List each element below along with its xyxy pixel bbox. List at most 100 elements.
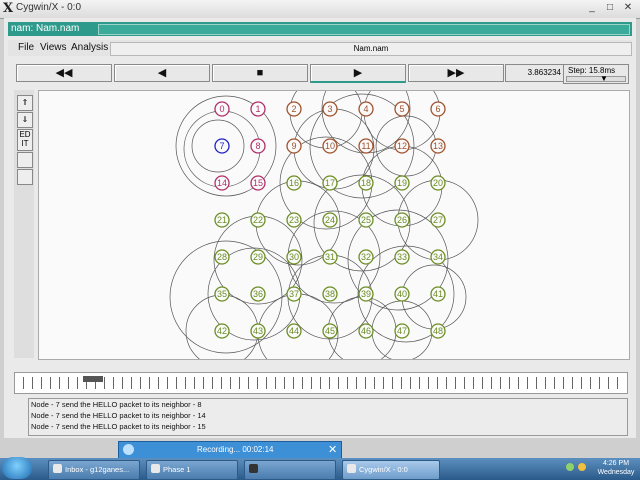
zoom-in-icon[interactable]: ⇑ <box>17 95 33 111</box>
node-35[interactable]: 35 <box>214 286 230 302</box>
zoom-out-icon[interactable]: ⇓ <box>17 112 33 128</box>
node-47[interactable]: 47 <box>394 323 410 339</box>
node-17[interactable]: 17 <box>322 175 338 191</box>
node-label: 46 <box>361 326 371 336</box>
node-label: 45 <box>325 326 335 336</box>
node-43[interactable]: 43 <box>250 323 266 339</box>
recording-icon <box>123 444 134 455</box>
taskbar-item-phase1[interactable]: Phase 1 <box>146 460 238 480</box>
node-11[interactable]: 11 <box>358 138 374 154</box>
volume-tray-icon[interactable] <box>578 463 586 471</box>
close-icon[interactable]: ✕ <box>622 2 634 14</box>
animation-canvas[interactable]: 0 1 2 3 4 5 6 7 8 9 10 11 12 13 14 15 16 17 18 19 20 21 22 23 24… <box>38 90 630 360</box>
x-window-titlebar: X Cygwin/X - 0:0 _ □ ✕ <box>0 0 640 19</box>
step-slider[interactable] <box>566 76 626 82</box>
slider-knob-icon[interactable]: ▼ <box>600 74 608 83</box>
node-41[interactable]: 41 <box>430 286 446 302</box>
maximize-icon[interactable]: □ <box>604 2 616 14</box>
fast-forward-button[interactable]: ▶▶ <box>408 64 504 82</box>
recording-close-icon[interactable]: ✕ <box>328 443 337 456</box>
node-25[interactable]: 25 <box>358 212 374 228</box>
node-26[interactable]: 26 <box>394 212 410 228</box>
menu-analysis[interactable]: Analysis <box>71 42 108 53</box>
step-control[interactable]: Step: 15.8ms ▼ <box>563 64 629 84</box>
node-38[interactable]: 38 <box>322 286 338 302</box>
node-label: 17 <box>325 178 335 188</box>
node-0[interactable]: 0 <box>214 101 230 117</box>
node-30[interactable]: 30 <box>286 249 302 265</box>
node-23[interactable]: 23 <box>286 212 302 228</box>
node-37[interactable]: 37 <box>286 286 302 302</box>
node-label: 13 <box>433 141 443 151</box>
stop-button[interactable]: ■ <box>212 64 308 82</box>
node-24[interactable]: 24 <box>322 212 338 228</box>
node-45[interactable]: 45 <box>322 323 338 339</box>
node-label: 25 <box>361 215 371 225</box>
tool-button-5[interactable] <box>17 169 33 185</box>
node-label: 31 <box>325 252 335 262</box>
node-19[interactable]: 19 <box>394 175 410 191</box>
node-36[interactable]: 36 <box>250 286 266 302</box>
taskbar-item-cygwin[interactable]: Cygwin/X - 0:0 <box>342 460 440 480</box>
node-label: 27 <box>433 215 443 225</box>
edit-button[interactable]: ED IT <box>17 129 33 151</box>
node-4[interactable]: 4 <box>358 101 374 117</box>
node-label: 42 <box>217 326 227 336</box>
node-1[interactable]: 1 <box>250 101 266 117</box>
node-40[interactable]: 40 <box>394 286 410 302</box>
node-16[interactable]: 16 <box>286 175 302 191</box>
menu-views[interactable]: Views <box>40 42 67 53</box>
node-28[interactable]: 28 <box>214 249 230 265</box>
node-22[interactable]: 22 <box>250 212 266 228</box>
node-31[interactable]: 31 <box>322 249 338 265</box>
node-14[interactable]: 14 <box>214 175 230 191</box>
node-12[interactable]: 12 <box>394 138 410 154</box>
node-2[interactable]: 2 <box>286 101 302 117</box>
node-21[interactable]: 21 <box>214 212 230 228</box>
node-label: 47 <box>397 326 407 336</box>
node-27[interactable]: 27 <box>430 212 446 228</box>
node-7[interactable]: 7 <box>214 138 230 154</box>
tool-button-4[interactable] <box>17 152 33 168</box>
node-5[interactable]: 5 <box>394 101 410 117</box>
node-6[interactable]: 6 <box>430 101 446 117</box>
node-32[interactable]: 32 <box>358 249 374 265</box>
clock[interactable]: 4:26 PM Wednesday <box>594 459 638 477</box>
node-15[interactable]: 15 <box>250 175 266 191</box>
node-3[interactable]: 3 <box>322 101 338 117</box>
timeline-marker[interactable] <box>83 376 103 382</box>
node-48[interactable]: 48 <box>430 323 446 339</box>
node-8[interactable]: 8 <box>250 138 266 154</box>
node-44[interactable]: 44 <box>286 323 302 339</box>
taskbar-item-inbox[interactable]: Inbox - g12ganes... <box>48 460 140 480</box>
node-label: 34 <box>433 252 443 262</box>
node-label: 11 <box>361 141 370 151</box>
node-33[interactable]: 33 <box>394 249 410 265</box>
node-46[interactable]: 46 <box>358 323 374 339</box>
node-42[interactable]: 42 <box>214 323 230 339</box>
timeline-slider[interactable] <box>14 372 628 394</box>
network-tray-icon[interactable] <box>566 463 574 471</box>
minimize-icon[interactable]: _ <box>586 2 598 14</box>
step-back-button[interactable]: ◀ <box>114 64 210 82</box>
node-18[interactable]: 18 <box>358 175 374 191</box>
node-20[interactable]: 20 <box>430 175 446 191</box>
node-10[interactable]: 10 <box>322 138 338 154</box>
node-34[interactable]: 34 <box>430 249 446 265</box>
taskbar-item-terminal[interactable] <box>244 460 336 480</box>
node-39[interactable]: 39 <box>358 286 374 302</box>
node-13[interactable]: 13 <box>430 138 446 154</box>
node-label: 3 <box>327 104 332 114</box>
node-29[interactable]: 29 <box>250 249 266 265</box>
node-label: 15 <box>253 178 263 188</box>
node-9[interactable]: 9 <box>286 138 302 154</box>
node-label: 18 <box>361 178 371 188</box>
node-label: 28 <box>217 252 227 262</box>
menu-file[interactable]: File <box>18 42 34 53</box>
log-line: Node - 7 send the HELLO packet to its ne… <box>31 422 206 431</box>
rewind-button[interactable]: ◀◀ <box>16 64 112 82</box>
play-button[interactable]: ▶ <box>310 64 406 83</box>
start-button[interactable] <box>2 457 32 479</box>
node-label: 32 <box>361 252 371 262</box>
node-label: 23 <box>289 215 299 225</box>
